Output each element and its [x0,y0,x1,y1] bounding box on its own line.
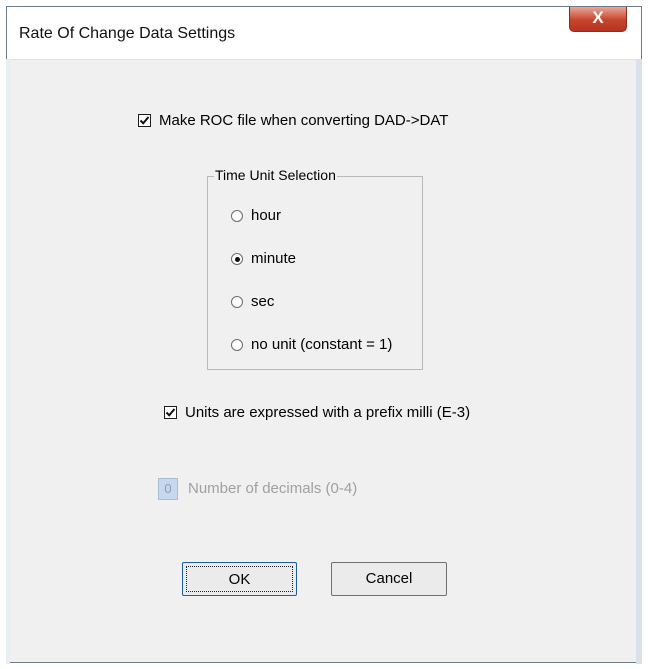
radio-minute-label: minute [251,250,297,267]
milli-prefix-checkbox[interactable] [164,406,177,419]
left-border [6,59,10,664]
ok-button[interactable]: OK [182,562,297,596]
right-border [636,59,642,664]
radio-sec-label: sec [251,293,275,310]
radio-sec[interactable] [231,296,243,308]
radio-minute[interactable] [231,253,243,265]
checkmark-icon [165,408,176,417]
cancel-button[interactable]: Cancel [331,562,447,596]
make-roc-checkbox[interactable] [138,114,151,127]
title-bar: Rate Of Change Data Settings X [7,7,641,60]
radio-hour-label: hour [251,207,282,224]
time-unit-group-title: Time Unit Selection [214,167,337,183]
ok-button-label: OK [186,566,293,592]
radio-no-unit-label: no unit (constant = 1) [251,336,393,353]
checkmark-icon [139,116,150,125]
close-icon: X [592,8,604,27]
milli-prefix-label: Units are expressed with a prefix milli … [185,404,471,421]
radio-no-unit[interactable] [231,339,243,351]
close-button[interactable]: X [569,7,627,32]
make-roc-label: Make ROC file when converting DAD->DAT [159,112,449,129]
decimals-label: Number of decimals (0-4) [188,480,358,497]
radio-hour[interactable] [231,210,243,222]
decimals-input[interactable]: 0 [158,478,178,500]
dialog-title: Rate Of Change Data Settings [19,25,236,42]
